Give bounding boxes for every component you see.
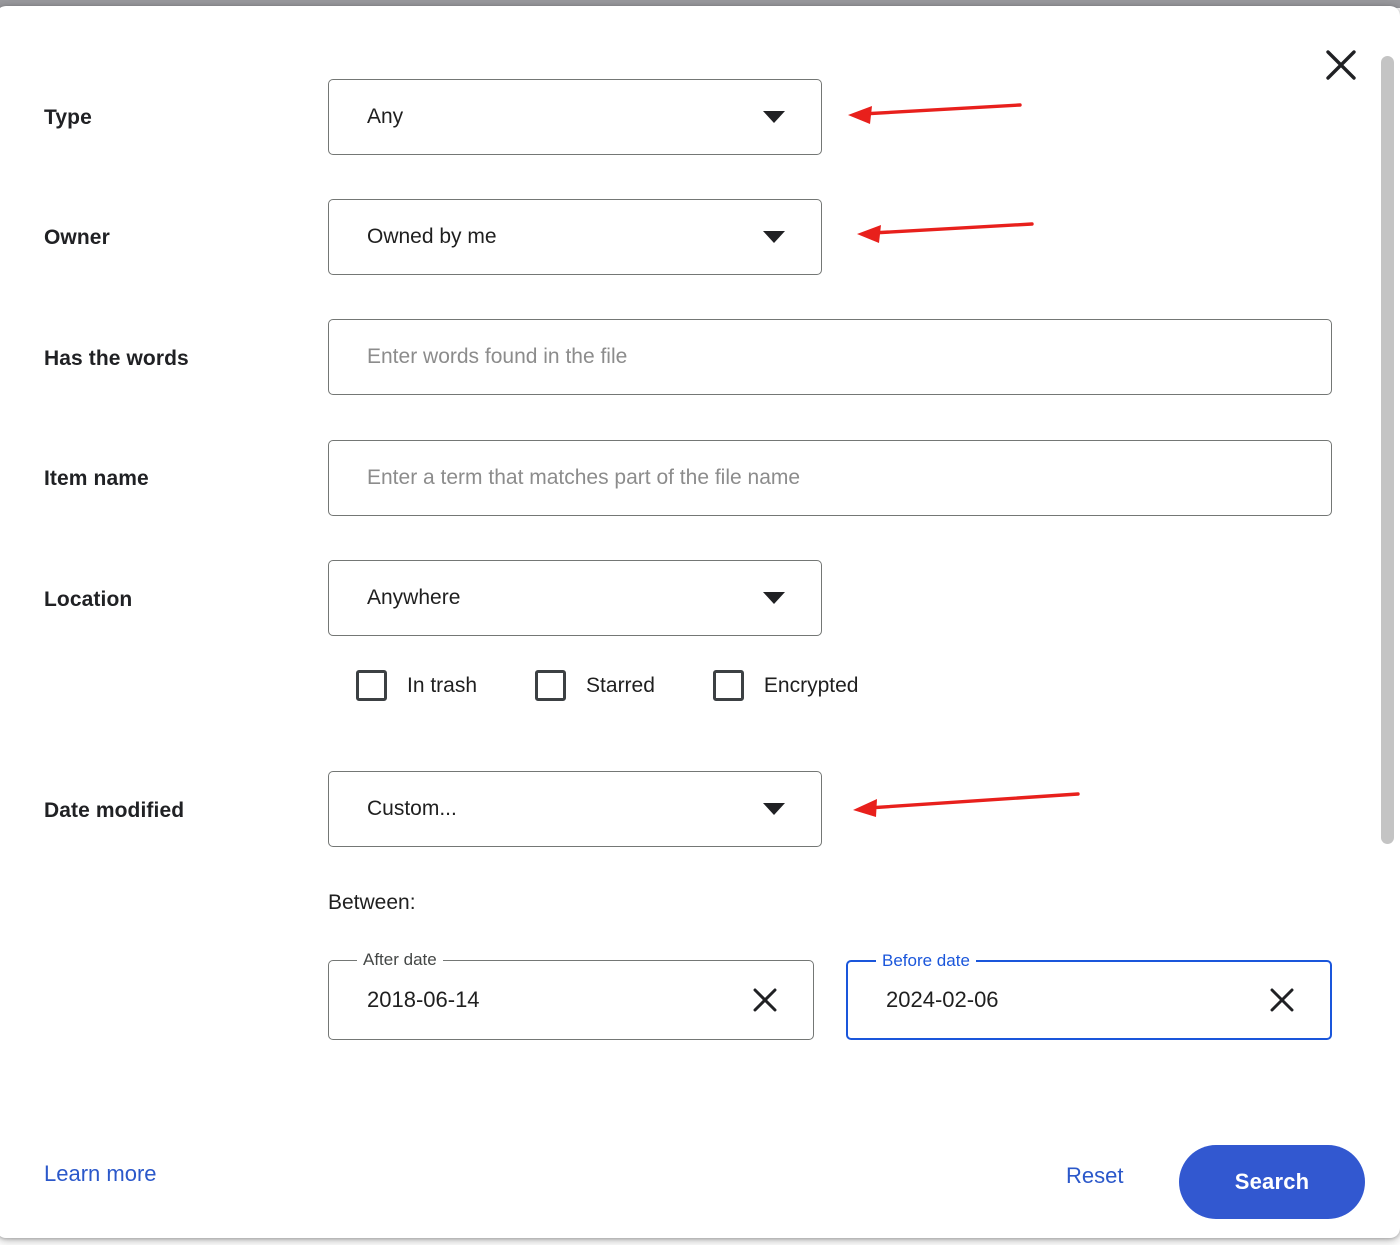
label-item-name: Item name <box>44 467 149 490</box>
type-dropdown-value: Any <box>367 105 404 128</box>
clear-x-icon <box>753 988 777 1012</box>
chevron-down-icon <box>763 803 785 815</box>
checkbox-label-encrypted: Encrypted <box>763 673 859 697</box>
checkbox-starred[interactable]: Starred <box>535 670 655 701</box>
label-has-the-words: Has the words <box>44 347 189 370</box>
date-modified-dropdown[interactable]: Custom... <box>328 771 822 847</box>
after-date-value: 2018-06-14 <box>367 987 480 1012</box>
after-date-clear-button[interactable] <box>751 986 779 1014</box>
between-label: Between: <box>328 891 416 914</box>
type-dropdown[interactable]: Any <box>328 79 822 155</box>
item-name-input[interactable]: Enter a term that matches part of the fi… <box>328 440 1332 516</box>
location-filter-checkboxes: In trash Starred Encrypted <box>356 670 858 701</box>
before-date-legend: Before date <box>876 951 976 971</box>
search-options-dialog-screen: Type Any Owner Owned by me Has the words… <box>0 0 1400 1245</box>
location-dropdown[interactable]: Anywhere <box>328 560 822 636</box>
before-date-clear-button[interactable] <box>1268 986 1296 1014</box>
after-date-legend: After date <box>357 950 443 970</box>
learn-more-link[interactable]: Learn more <box>44 1161 157 1187</box>
label-date-modified: Date modified <box>44 799 185 822</box>
search-button[interactable]: Search <box>1179 1145 1365 1219</box>
chevron-down-icon <box>763 592 785 604</box>
chevron-down-icon <box>763 111 785 123</box>
background-page-text-clipped <box>60 1232 1340 1245</box>
close-icon <box>1326 50 1356 80</box>
date-modified-dropdown-value: Custom... <box>367 797 457 820</box>
before-date-value: 2024-02-06 <box>886 987 999 1012</box>
checkbox-in-trash[interactable]: In trash <box>356 670 477 701</box>
scrollbar-thumb[interactable] <box>1381 56 1394 844</box>
checkbox-label-in-trash: In trash <box>407 673 478 697</box>
has-the-words-input[interactable]: Enter words found in the file <box>328 319 1332 395</box>
before-date-field[interactable]: Before date 2024-02-06 <box>846 951 1332 1040</box>
checkbox-encrypted[interactable]: Encrypted <box>712 670 859 701</box>
label-type: Type <box>44 106 92 129</box>
item-name-placeholder: Enter a term that matches part of the fi… <box>367 466 801 489</box>
chevron-down-icon <box>763 231 785 243</box>
label-owner: Owner <box>44 226 110 249</box>
after-date-field[interactable]: After date 2018-06-14 <box>328 950 814 1040</box>
checkbox-label-starred: Starred <box>586 673 655 697</box>
location-dropdown-value: Anywhere <box>367 586 461 609</box>
advanced-search-dialog: Type Any Owner Owned by me Has the words… <box>0 6 1400 1238</box>
owner-dropdown-value: Owned by me <box>367 225 497 248</box>
checkbox-box-icon[interactable] <box>535 670 567 701</box>
dialog-scrollbar[interactable] <box>1379 14 1395 1230</box>
checkbox-box-icon[interactable] <box>712 670 744 701</box>
owner-dropdown[interactable]: Owned by me <box>328 199 822 275</box>
reset-button[interactable]: Reset <box>1066 1163 1123 1189</box>
checkbox-box-icon[interactable] <box>356 670 387 701</box>
label-location: Location <box>44 588 133 611</box>
clear-x-icon <box>1270 988 1294 1012</box>
has-the-words-placeholder: Enter words found in the file <box>367 345 628 368</box>
close-dialog-button[interactable] <box>1318 42 1364 88</box>
